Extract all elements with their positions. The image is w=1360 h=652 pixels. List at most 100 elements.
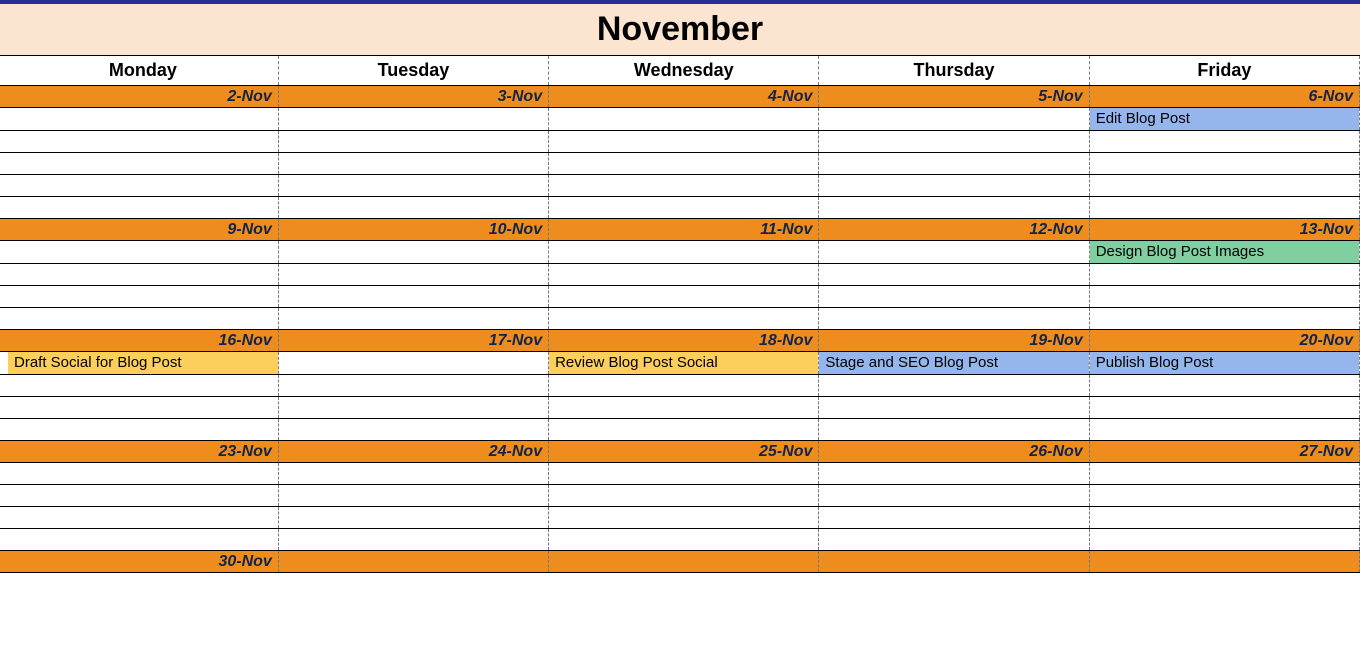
slot-cell[interactable] xyxy=(8,419,278,441)
slot-cell[interactable] xyxy=(278,352,548,375)
slot-cell[interactable] xyxy=(819,507,1089,529)
slot-cell[interactable] xyxy=(1089,507,1359,529)
slot-cell[interactable] xyxy=(549,397,819,419)
slot-cell[interactable] xyxy=(549,463,819,485)
slot-cell[interactable] xyxy=(8,463,278,485)
slot-cell[interactable] xyxy=(278,529,548,551)
slot-cell[interactable] xyxy=(1089,375,1359,397)
date-cell[interactable]: 3-Nov xyxy=(278,86,548,108)
slot-cell[interactable]: Publish Blog Post xyxy=(1089,352,1359,375)
slot-cell[interactable] xyxy=(549,419,819,441)
slot-cell[interactable] xyxy=(8,485,278,507)
slot-cell[interactable] xyxy=(278,507,548,529)
slot-cell[interactable] xyxy=(549,286,819,308)
slot-cell[interactable] xyxy=(819,308,1089,330)
date-cell[interactable]: 23-Nov xyxy=(8,441,278,463)
slot-cell[interactable] xyxy=(549,175,819,197)
slot-cell[interactable] xyxy=(819,286,1089,308)
slot-cell[interactable]: Edit Blog Post xyxy=(1089,108,1359,131)
slot-cell[interactable]: Review Blog Post Social xyxy=(549,352,819,375)
slot-cell[interactable] xyxy=(278,175,548,197)
slot-cell[interactable] xyxy=(8,286,278,308)
slot-cell[interactable] xyxy=(8,264,278,286)
slot-cell[interactable] xyxy=(819,397,1089,419)
slot-cell[interactable] xyxy=(549,375,819,397)
slot-cell[interactable] xyxy=(278,375,548,397)
slot-cell[interactable] xyxy=(819,131,1089,153)
date-cell[interactable]: 4-Nov xyxy=(549,86,819,108)
slot-cell[interactable] xyxy=(1089,308,1359,330)
slot-cell[interactable] xyxy=(278,463,548,485)
slot-cell[interactable] xyxy=(1089,286,1359,308)
slot-cell[interactable] xyxy=(1089,131,1359,153)
date-cell[interactable]: 6-Nov xyxy=(1089,86,1359,108)
slot-cell[interactable] xyxy=(819,264,1089,286)
date-cell[interactable]: 26-Nov xyxy=(819,441,1089,463)
slot-cell[interactable] xyxy=(1089,175,1359,197)
slot-cell[interactable] xyxy=(549,241,819,264)
date-cell[interactable]: 12-Nov xyxy=(819,219,1089,241)
date-cell[interactable] xyxy=(819,551,1089,573)
slot-cell[interactable] xyxy=(549,131,819,153)
slot-cell[interactable] xyxy=(819,197,1089,219)
task-entry[interactable]: Draft Social for Blog Post xyxy=(8,352,278,374)
slot-cell[interactable] xyxy=(278,197,548,219)
date-cell[interactable]: 10-Nov xyxy=(278,219,548,241)
slot-cell[interactable] xyxy=(278,264,548,286)
slot-cell[interactable] xyxy=(278,131,548,153)
date-cell[interactable] xyxy=(549,551,819,573)
date-cell[interactable]: 11-Nov xyxy=(549,219,819,241)
slot-cell[interactable] xyxy=(549,153,819,175)
slot-cell[interactable]: Stage and SEO Blog Post xyxy=(819,352,1089,375)
slot-cell[interactable] xyxy=(8,507,278,529)
task-entry[interactable]: Review Blog Post Social xyxy=(549,352,818,374)
slot-cell[interactable] xyxy=(1089,197,1359,219)
slot-cell[interactable] xyxy=(278,419,548,441)
slot-cell[interactable]: Draft Social for Blog Post xyxy=(8,352,278,375)
slot-cell[interactable] xyxy=(819,241,1089,264)
slot-cell[interactable] xyxy=(8,175,278,197)
slot-cell[interactable] xyxy=(8,197,278,219)
date-cell[interactable]: 27-Nov xyxy=(1089,441,1359,463)
slot-cell[interactable] xyxy=(8,397,278,419)
date-cell[interactable] xyxy=(278,551,548,573)
task-entry[interactable]: Stage and SEO Blog Post xyxy=(819,352,1088,374)
slot-cell[interactable] xyxy=(1089,419,1359,441)
slot-cell[interactable] xyxy=(8,241,278,264)
slot-cell[interactable] xyxy=(8,108,278,131)
slot-cell[interactable] xyxy=(278,485,548,507)
slot-cell[interactable] xyxy=(278,286,548,308)
slot-cell[interactable] xyxy=(8,131,278,153)
slot-cell[interactable] xyxy=(1089,529,1359,551)
date-cell[interactable]: 18-Nov xyxy=(549,330,819,352)
date-cell[interactable]: 19-Nov xyxy=(819,330,1089,352)
date-cell[interactable]: 17-Nov xyxy=(278,330,548,352)
slot-cell[interactable] xyxy=(1089,397,1359,419)
date-cell[interactable]: 13-Nov xyxy=(1089,219,1359,241)
date-cell[interactable]: 20-Nov xyxy=(1089,330,1359,352)
slot-cell[interactable] xyxy=(1089,153,1359,175)
slot-cell[interactable] xyxy=(278,241,548,264)
slot-cell[interactable] xyxy=(549,308,819,330)
slot-cell[interactable] xyxy=(549,197,819,219)
date-cell[interactable]: 24-Nov xyxy=(278,441,548,463)
slot-cell[interactable] xyxy=(8,153,278,175)
slot-cell[interactable] xyxy=(549,529,819,551)
slot-cell[interactable] xyxy=(819,419,1089,441)
task-entry[interactable]: Publish Blog Post xyxy=(1090,352,1359,374)
slot-cell[interactable] xyxy=(8,308,278,330)
slot-cell[interactable] xyxy=(549,507,819,529)
slot-cell[interactable] xyxy=(278,397,548,419)
slot-cell[interactable] xyxy=(819,175,1089,197)
slot-cell[interactable]: Design Blog Post Images xyxy=(1089,241,1359,264)
date-cell[interactable]: 2-Nov xyxy=(8,86,278,108)
slot-cell[interactable] xyxy=(819,108,1089,131)
slot-cell[interactable] xyxy=(278,153,548,175)
task-entry[interactable]: Edit Blog Post xyxy=(1090,108,1359,130)
slot-cell[interactable] xyxy=(819,153,1089,175)
date-cell[interactable]: 16-Nov xyxy=(8,330,278,352)
slot-cell[interactable] xyxy=(819,375,1089,397)
date-cell[interactable]: 25-Nov xyxy=(549,441,819,463)
slot-cell[interactable] xyxy=(549,485,819,507)
slot-cell[interactable] xyxy=(1089,485,1359,507)
